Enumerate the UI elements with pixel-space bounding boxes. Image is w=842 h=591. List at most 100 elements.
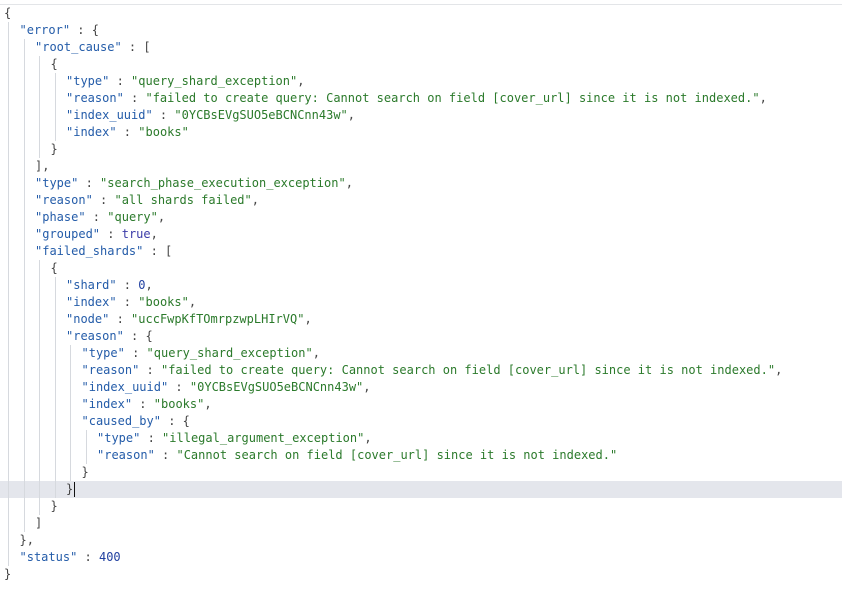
code-line[interactable]: { [0,5,842,22]
json-string: "uccFwpKfTOmrpzwpLHIrVQ" [131,312,305,326]
json-punctuation: , [364,431,372,445]
code-line[interactable]: "failed_shards" : [ [0,243,842,260]
code-line[interactable]: "type" : "search_phase_execution_excepti… [0,175,842,192]
code-line[interactable]: "reason" : "all shards failed", [0,192,842,209]
code-line-text: "type" : "search_phase_execution_excepti… [35,175,353,192]
code-line-text: "index" : "books", [66,294,196,311]
code-line[interactable]: }, [0,532,842,549]
code-line-text: "node" : "uccFwpKfTOmrpzwpLHIrVQ", [66,311,312,328]
code-line[interactable]: ], [0,158,842,175]
json-punctuation: , [304,312,312,326]
json-string: "illegal_argument_exception" [162,431,365,445]
json-punctuation: : [109,74,132,88]
code-line-text: "failed_shards" : [ [35,243,172,260]
json-string: "0YCBsEVgSUO5eBCNCnn43w" [189,380,364,394]
json-punctuation: : [123,91,146,105]
json-punctuation: : [116,278,139,292]
json-key: "error" [19,23,71,37]
code-line[interactable]: "phase" : "query", [0,209,842,226]
json-punctuation: , [345,176,353,190]
json-key: "status" [19,550,78,564]
code-line-text: "reason" : "failed to create query: Cann… [66,90,767,107]
json-key: "reason" [35,193,93,207]
code-line[interactable]: "grouped" : true, [0,226,842,243]
json-punctuation: } [4,567,12,581]
code-line[interactable]: } [0,498,842,515]
json-string: "books" [138,125,189,139]
json-punctuation: ], [35,159,50,173]
json-punctuation: }, [19,533,34,547]
code-line-text: ], [35,158,49,175]
code-line[interactable]: "root_cause" : [ [0,39,842,56]
indent-guide [54,277,56,498]
code-line-text: "index" : "books", [82,396,212,413]
code-line[interactable]: { [0,260,842,277]
json-string: "books" [153,397,205,411]
code-line[interactable]: } [0,141,842,158]
json-string: "all shards failed" [114,193,252,207]
json-punctuation: , [204,397,212,411]
code-line-text: } [66,481,73,498]
json-punctuation: : [116,125,139,139]
code-line[interactable]: "node" : "uccFwpKfTOmrpzwpLHIrVQ", [0,311,842,328]
json-punctuation: , [363,380,371,394]
json-punctuation: : { [160,414,190,428]
json-punctuation: , [297,74,305,88]
code-line[interactable]: "type" : "illegal_argument_exception", [0,430,842,447]
code-line-text: "index" : "books" [66,124,189,141]
json-punctuation: , [157,210,166,224]
json-punctuation: , [312,346,320,360]
indent-guide [39,260,40,515]
json-punctuation: : { [123,329,153,343]
code-line[interactable]: "type" : "query_shard_exception", [0,345,842,362]
code-line-active[interactable]: } [0,481,842,498]
code-line-text: "index_uuid" : "0YCBsEVgSUO5eBCNCnn43w", [82,379,371,396]
code-line[interactable]: "index" : "books", [0,294,842,311]
code-line[interactable]: "index" : "books" [0,124,842,141]
code-line[interactable]: "reason" : "Cannot search on field [cove… [0,447,842,464]
code-line[interactable]: "shard" : 0, [0,277,842,294]
code-line[interactable]: "reason" : "failed to create query: Cann… [0,362,842,379]
code-line[interactable]: "error" : { [0,22,842,39]
code-line[interactable]: "type" : "query_shard_exception", [0,73,842,90]
code-line[interactable]: "reason" : "failed to create query: Cann… [0,90,842,107]
code-line[interactable]: } [0,566,842,583]
json-key: "reason" [66,91,124,105]
json-punctuation: : [124,346,147,360]
indent-guide [8,22,9,566]
json-punctuation: , [150,227,158,241]
code-line[interactable]: ] [0,515,842,532]
code-line-text: { [4,5,11,22]
json-key: "shard" [66,278,117,292]
code-line[interactable]: "reason" : { [0,328,842,345]
code-line[interactable]: "index" : "books", [0,396,842,413]
json-string: "Cannot search on field [cover_url] sinc… [176,448,618,462]
json-punctuation: : { [70,23,99,37]
code-line[interactable]: "index_uuid" : "0YCBsEVgSUO5eBCNCnn43w", [0,107,842,124]
json-response-editor[interactable]: {"error" : {"root_cause" : [{"type" : "q… [0,0,842,591]
json-punctuation: : [78,176,101,190]
code-line[interactable]: "index_uuid" : "0YCBsEVgSUO5eBCNCnn43w", [0,379,842,396]
code-line-text: "index_uuid" : "0YCBsEVgSUO5eBCNCnn43w", [66,107,355,124]
json-punctuation: } [81,465,89,479]
text-cursor [74,482,76,497]
code-line[interactable]: } [0,464,842,481]
json-punctuation: , [775,363,783,377]
code-line[interactable]: "status" : 400 [0,549,842,566]
json-key: "node" [66,312,110,326]
json-punctuation: : [152,108,175,122]
json-key: "type" [35,176,79,190]
json-punctuation: : [109,312,132,326]
code-line[interactable]: { [0,56,842,73]
code-line[interactable]: "caused_by" : { [0,413,842,430]
code-line-text: "reason" : "Cannot search on field [cove… [97,447,617,464]
json-key: "type" [81,346,125,360]
json-punctuation: , [347,108,356,122]
json-key: "root_cause" [35,40,122,54]
indent-guide [23,39,25,532]
json-punctuation: { [50,261,58,275]
code-line-text: { [51,260,58,277]
json-key: "grouped" [35,227,101,241]
json-punctuation: } [50,499,58,513]
code-line-text: "phase" : "query", [35,209,165,226]
